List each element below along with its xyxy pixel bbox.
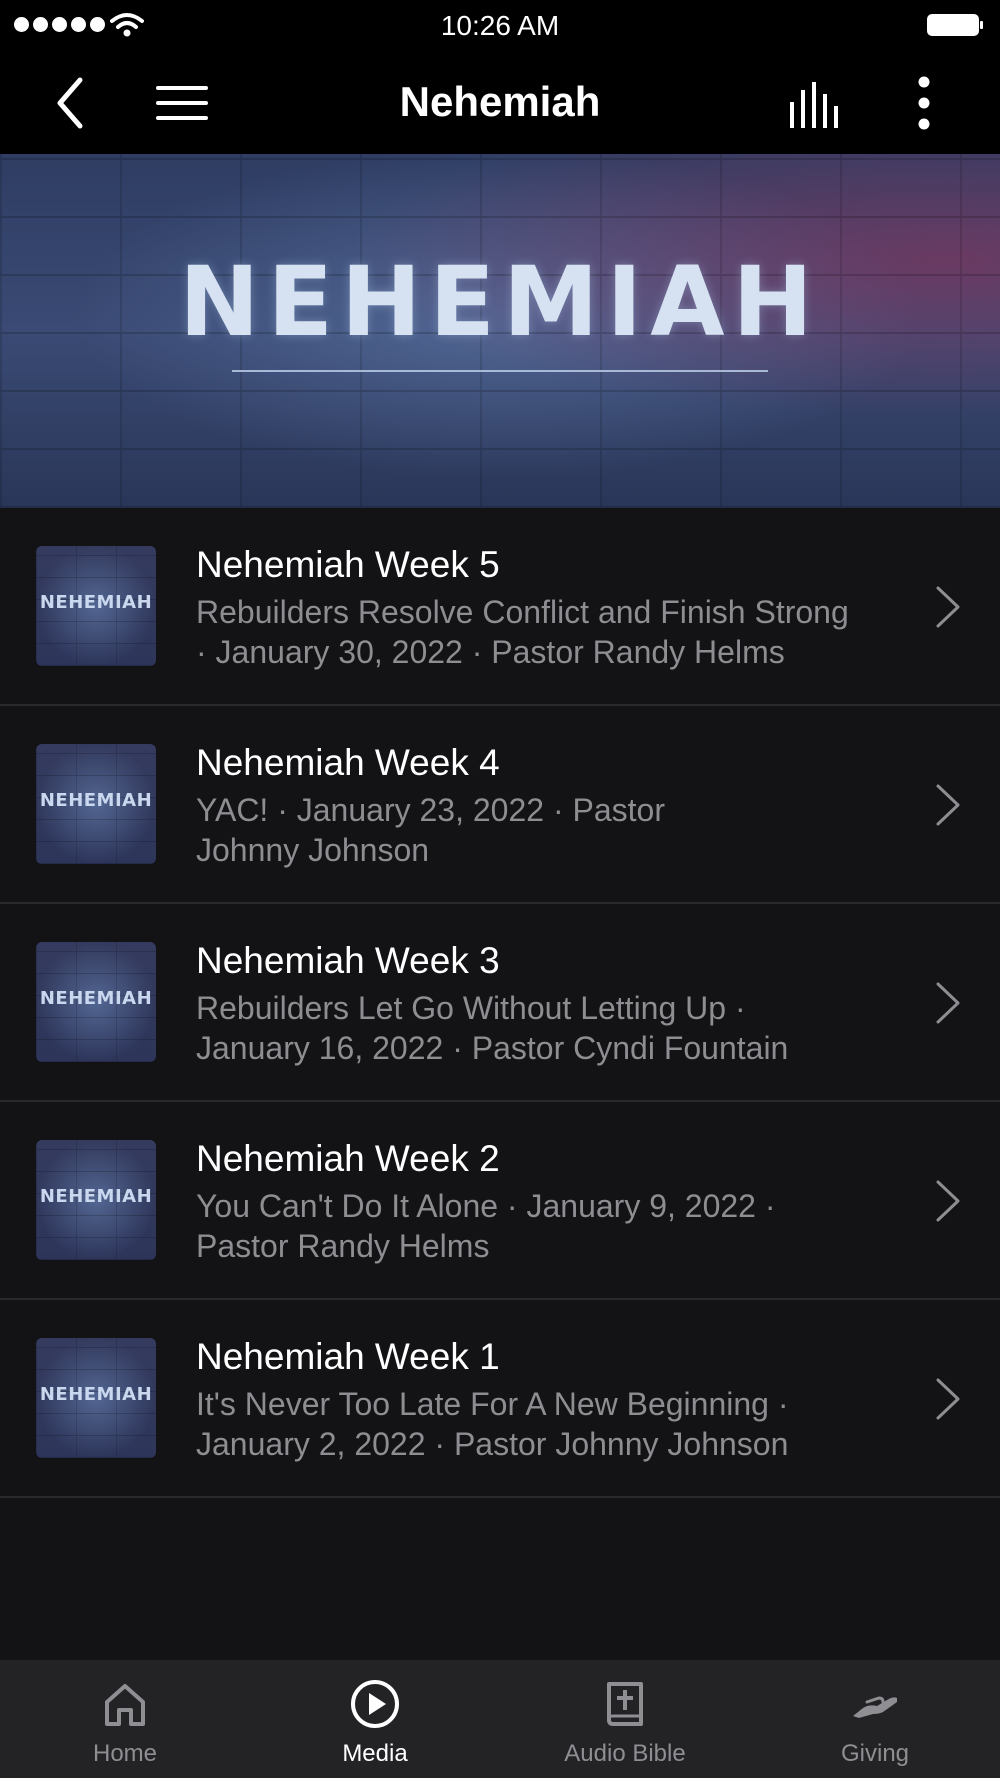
episode-subtitle-line: You Can't Do It Alone · January 9, 2022 … [196, 1188, 776, 1224]
episode-thumbnail: NEHEMIAH [36, 1338, 156, 1458]
home-icon [105, 1684, 145, 1726]
nav-header: Nehemiah [0, 52, 1000, 154]
series-banner-image: NEHEMIAH [0, 154, 1000, 508]
list-item[interactable]: NEHEMIAH Nehemiah Week 3 Rebuilders Let … [0, 904, 1000, 1102]
episode-title: Nehemiah Week 5 [196, 544, 500, 585]
episode-thumbnail: NEHEMIAH [36, 744, 156, 864]
list-item[interactable]: NEHEMIAH Nehemiah Week 2 You Can't Do It… [0, 1102, 1000, 1300]
tab-label: Media [342, 1740, 408, 1767]
tab-label: Home [92, 1740, 158, 1767]
episode-list: NEHEMIAH Nehemiah Week 5 Rebuilders Reso… [0, 508, 1000, 1498]
tab-giving[interactable]: Giving [750, 1660, 1000, 1778]
status-bar: 10:26 AM [0, 0, 1000, 52]
list-item[interactable]: NEHEMIAH Nehemiah Week 4 YAC! · January … [0, 706, 1000, 904]
episode-subtitle-line: YAC! · January 23, 2022 · Pastor [196, 792, 665, 828]
episode-subtitle: Rebuilders Let Go Without Letting Up · J… [196, 988, 916, 1068]
episode-thumbnail: NEHEMIAH [36, 546, 156, 666]
episode-subtitle: Rebuilders Resolve Conflict and Finish S… [196, 592, 916, 672]
episode-subtitle-line: January 2, 2022 · Pastor Johnny Johnson [196, 1426, 789, 1462]
episode-subtitle-line: Pastor Randy Helms [196, 1228, 490, 1264]
episode-thumbnail: NEHEMIAH [36, 1140, 156, 1260]
episode-subtitle: It's Never Too Late For A New Beginning … [196, 1384, 916, 1464]
tab-label: Audio Bible [564, 1740, 686, 1767]
chevron-right-icon [936, 586, 960, 628]
chevron-right-icon [936, 982, 960, 1024]
tab-media[interactable]: Media [250, 1660, 500, 1778]
banner-title: NEHEMIAH [179, 246, 821, 358]
episode-subtitle-line: Rebuilders Resolve Conflict and Finish S… [196, 594, 849, 630]
episode-subtitle: YAC! · January 23, 2022 · Pastor Johnny … [196, 790, 916, 870]
more-options-icon[interactable] [900, 72, 948, 134]
episode-subtitle-line: Johnny Johnson [196, 832, 430, 868]
thumbnail-label: NEHEMIAH [39, 1384, 153, 1405]
bible-icon [607, 1682, 643, 1726]
thumbnail-label: NEHEMIAH [39, 592, 153, 613]
giving-hand-icon [853, 1696, 897, 1718]
thumbnail-label: NEHEMIAH [39, 1186, 153, 1207]
episode-subtitle-line: It's Never Too Late For A New Beginning … [196, 1386, 789, 1422]
audio-equalizer-icon[interactable] [782, 76, 848, 132]
list-item[interactable]: NEHEMIAH Nehemiah Week 1 It's Never Too … [0, 1300, 1000, 1498]
episode-subtitle-line: Rebuilders Let Go Without Letting Up · [196, 990, 746, 1026]
chevron-right-icon [936, 1378, 960, 1420]
chevron-right-icon [936, 784, 960, 826]
banner-underline [232, 370, 768, 372]
episode-title: Nehemiah Week 4 [196, 742, 500, 783]
status-time: 10:26 AM [440, 10, 560, 41]
list-item[interactable]: NEHEMIAH Nehemiah Week 5 Rebuilders Reso… [0, 508, 1000, 706]
episode-title: Nehemiah Week 2 [196, 1138, 500, 1179]
page-title: Nehemiah [399, 78, 601, 125]
thumbnail-label: NEHEMIAH [39, 790, 153, 811]
episode-title: Nehemiah Week 1 [196, 1336, 500, 1377]
episode-subtitle: You Can't Do It Alone · January 9, 2022 … [196, 1186, 916, 1266]
bottom-tab-bar: Home Media Audio Bible Giving [0, 1660, 1000, 1778]
episode-thumbnail: NEHEMIAH [36, 942, 156, 1062]
episode-subtitle-line: · January 30, 2022 · Pastor Randy Helms [196, 634, 785, 670]
episode-title: Nehemiah Week 3 [196, 940, 500, 981]
tab-audio-bible[interactable]: Audio Bible [500, 1660, 750, 1778]
chevron-right-icon [936, 1180, 960, 1222]
play-circle-icon [351, 1680, 399, 1728]
tab-label: Giving [840, 1740, 910, 1767]
episode-subtitle-line: January 16, 2022 · Pastor Cyndi Fountain [196, 1030, 789, 1066]
tab-home[interactable]: Home [0, 1660, 250, 1778]
battery-icon [927, 14, 983, 36]
thumbnail-label: NEHEMIAH [39, 988, 153, 1009]
